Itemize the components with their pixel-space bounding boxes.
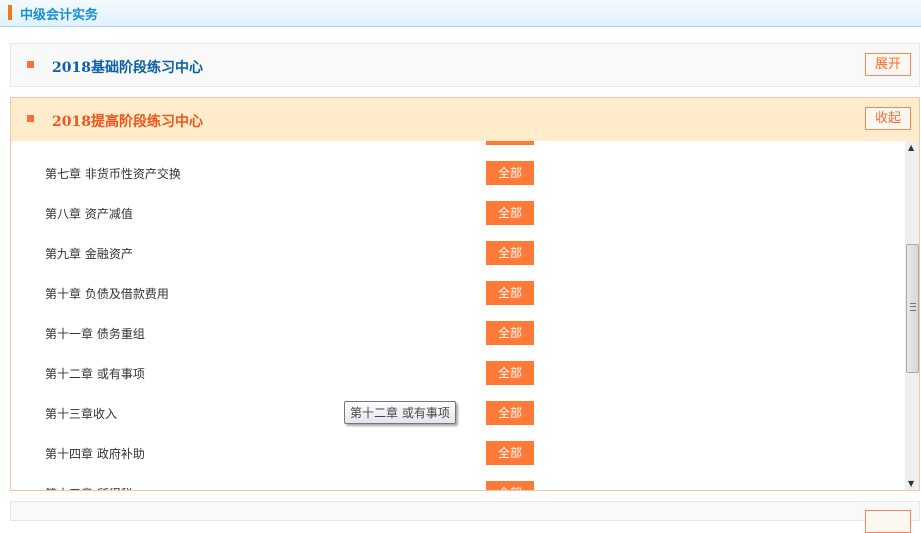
- chapter-row: 第十五章 所得税 全部: [11, 473, 906, 490]
- panel-title[interactable]: 2018基础阶段练习中心: [52, 57, 203, 77]
- chapter-row: 第九章 金融资产 全部: [11, 233, 906, 273]
- expand-button[interactable]: 展开: [865, 53, 911, 76]
- chapter-all-button[interactable]: 全部: [486, 201, 534, 225]
- chapter-all-button[interactable]: 全部: [486, 141, 534, 145]
- panel-advanced-practice: 2018提高阶段练习中心 收起 全部第七章 非货币性资产交换全部第八章 资产减值…: [10, 97, 920, 491]
- chapter-row: 第七章 非货币性资产交换 全部: [11, 153, 906, 193]
- chapter-row: 第十章 负债及借款费用 全部: [11, 273, 906, 313]
- chapter-all-button[interactable]: 全部: [486, 241, 534, 265]
- chapter-row: 第十四章 政府补助 全部: [11, 433, 906, 473]
- chapter-label: 第十一章 债务重组: [45, 327, 145, 341]
- page-title: 中级会计实务: [20, 8, 99, 23]
- scroll-down-arrow-icon[interactable]: ▼: [908, 479, 914, 488]
- scrollbar-thumb[interactable]: [906, 244, 919, 373]
- bullet-icon: [27, 61, 34, 68]
- page-header: 中级会计实务: [0, 0, 921, 27]
- chapter-row: 第十三章收入 全部: [11, 393, 906, 433]
- scrollbar[interactable]: ▲ ▼: [905, 141, 919, 490]
- chapter-label: 第十五章 所得税: [45, 485, 133, 490]
- chapter-row: 全部: [11, 141, 906, 153]
- chapter-all-button[interactable]: 全部: [486, 361, 534, 385]
- chapter-label: 第十二章 或有事项: [45, 367, 145, 381]
- toggle-button[interactable]: [865, 510, 911, 533]
- chapter-list-scroll[interactable]: 全部第七章 非货币性资产交换全部第八章 资产减值全部第九章 金融资产全部第十章 …: [11, 141, 919, 490]
- grip-icon: [910, 303, 916, 311]
- chapter-list: 全部第七章 非货币性资产交换全部第八章 资产减值全部第九章 金融资产全部第十章 …: [11, 141, 906, 490]
- chapter-label: 第七章 非货币性资产交换: [45, 167, 181, 181]
- panel-title[interactable]: 2018提高阶段练习中心: [52, 111, 203, 131]
- chapter-row: 第十一章 债务重组 全部: [11, 313, 906, 353]
- header-marker: [8, 5, 12, 20]
- tooltip: 第十二章 或有事项: [344, 401, 456, 424]
- chapter-label: 第八章 资产减值: [45, 207, 133, 221]
- collapse-button[interactable]: 收起: [865, 107, 911, 130]
- chapter-all-button[interactable]: 全部: [486, 161, 534, 185]
- chapter-label: 第十四章 政府补助: [45, 447, 145, 461]
- panel-basic-practice: 2018基础阶段练习中心 展开: [10, 43, 920, 87]
- chapter-all-button[interactable]: 全部: [486, 281, 534, 305]
- chapter-row: 第十二章 或有事项 全部: [11, 353, 906, 393]
- chapter-all-button[interactable]: 全部: [486, 441, 534, 465]
- chapter-all-button[interactable]: 全部: [486, 401, 534, 425]
- panel-header: 2018提高阶段练习中心 收起: [11, 98, 919, 141]
- chapter-all-button[interactable]: 全部: [486, 321, 534, 345]
- bullet-icon: [27, 115, 34, 122]
- panel-next: [10, 501, 920, 533]
- chapter-label: 第九章 金融资产: [45, 247, 133, 261]
- chapter-label: 第十三章收入: [45, 407, 118, 421]
- scroll-up-arrow-icon[interactable]: ▲: [908, 143, 914, 152]
- chapter-label: 第十章 负债及借款费用: [45, 287, 169, 301]
- chapter-all-button[interactable]: 全部: [486, 481, 534, 490]
- chapter-row: 第八章 资产减值 全部: [11, 193, 906, 233]
